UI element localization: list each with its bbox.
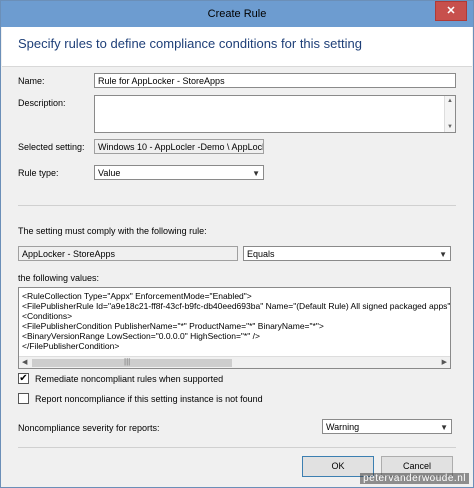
remediate-checkbox[interactable]: ✔ (18, 373, 29, 384)
rule-type-value: Value (98, 168, 121, 178)
selected-setting-label: Selected setting: (18, 142, 85, 152)
create-rule-dialog: Create Rule ✕ Specify rules to define co… (0, 0, 474, 488)
checkmark-icon: ✔ (19, 373, 28, 384)
close-icon: ✕ (446, 5, 456, 17)
divider (18, 205, 456, 206)
remediate-label: Remediate noncompliant rules when suppor… (35, 374, 224, 384)
grip-icon: ||| (124, 357, 131, 366)
xml-line: <FilePublisherRule Id="a9e18c21-ff8f-43c… (22, 301, 451, 311)
description-label: Description: (18, 98, 66, 108)
horizontal-scrollbar[interactable]: ◀ ||| ▶ (19, 356, 450, 368)
report-checkbox[interactable] (18, 393, 29, 404)
scroll-left-icon[interactable]: ◀ (22, 357, 27, 368)
operator-select[interactable]: Equals ▼ (243, 246, 451, 261)
operator-value: Equals (247, 249, 275, 259)
scroll-right-icon[interactable]: ▶ (442, 357, 447, 368)
watermark: petervanderwoude.nl (360, 473, 469, 484)
description-input[interactable]: ▲ ▼ (94, 95, 456, 133)
comply-label: The setting must comply with the followi… (18, 226, 207, 236)
severity-value: Warning (326, 422, 360, 432)
rule-setting-field: AppLocker - StoreApps (18, 246, 238, 261)
header-title: Specify rules to define compliance condi… (18, 36, 362, 51)
scroll-thumb[interactable] (32, 359, 232, 367)
rule-type-label: Rule type: (18, 168, 59, 178)
window-title: Create Rule (207, 8, 267, 20)
values-textbox[interactable]: <RuleCollection Type="Appx" EnforcementM… (18, 287, 451, 369)
severity-label: Noncompliance severity for reports: (18, 423, 160, 433)
scroll-down-icon[interactable]: ▼ (445, 122, 455, 132)
divider (18, 447, 456, 448)
xml-line: <BinaryVersionRange LowSection="0.0.0.0"… (22, 331, 260, 341)
title-bar: Create Rule ✕ (1, 1, 473, 27)
close-button[interactable]: ✕ (435, 1, 467, 21)
dialog-header: Specify rules to define compliance condi… (2, 27, 472, 67)
xml-line: <Conditions> (22, 311, 73, 321)
name-input[interactable]: Rule for AppLocker - StoreApps (94, 73, 456, 88)
chevron-down-icon: ▼ (439, 250, 447, 259)
xml-line: <RuleCollection Type="Appx" EnforcementM… (22, 291, 252, 301)
chevron-down-icon: ▼ (252, 169, 260, 178)
xml-line: <FilePublisherCondition PublisherName="*… (22, 321, 324, 331)
values-label: the following values: (18, 273, 100, 283)
selected-setting-field: Windows 10 - AppLocler -Demo \ AppLocker (94, 139, 264, 154)
scroll-up-icon[interactable]: ▲ (445, 96, 455, 106)
severity-select[interactable]: Warning ▼ (322, 419, 452, 434)
rule-type-select[interactable]: Value ▼ (94, 165, 264, 180)
xml-line: </FilePublisherCondition> (22, 341, 120, 351)
report-label: Report noncompliance if this setting ins… (35, 394, 263, 404)
description-scrollbar[interactable]: ▲ ▼ (444, 96, 455, 132)
chevron-down-icon: ▼ (440, 423, 448, 432)
name-label: Name: (18, 76, 45, 86)
